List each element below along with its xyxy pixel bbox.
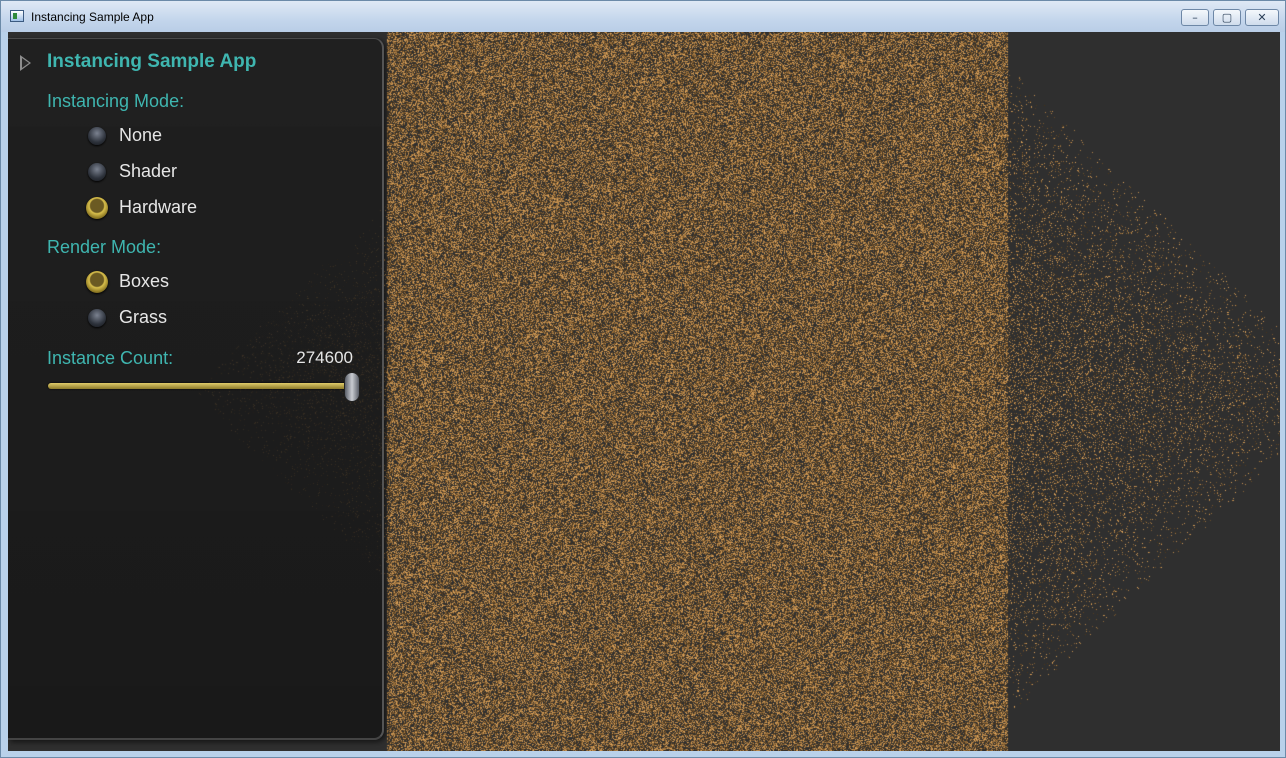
radio-label: Hardware [119, 197, 198, 217]
app-window: Instancing Sample App – ▢ ✕ Instancing S… [0, 0, 1286, 758]
title-bar[interactable]: Instancing Sample App – ▢ ✕ [1, 1, 1285, 32]
app-icon [10, 10, 24, 22]
instancing-mode-label: Instancing Mode: [47, 91, 185, 111]
radio-instancing-none[interactable]: None [86, 122, 286, 152]
instance-count-label: Instance Count: [47, 348, 174, 368]
maximize-button[interactable]: ▢ [1213, 9, 1241, 26]
minimize-button[interactable]: – [1181, 9, 1209, 26]
instance-count-slider-track[interactable] [48, 383, 353, 389]
radio-label: Shader [119, 161, 178, 181]
render-mode-label: Render Mode: [47, 237, 162, 257]
window-title: Instancing Sample App [31, 10, 154, 24]
radio-label: Grass [119, 307, 168, 327]
triangle-right-icon[interactable] [20, 55, 31, 71]
radio-render-grass[interactable]: Grass [86, 304, 286, 334]
instance-count-value: 274600 [296, 348, 353, 367]
radio-dot-icon[interactable] [88, 309, 106, 327]
radio-dot-selected-icon[interactable] [86, 197, 108, 219]
radio-label: Boxes [119, 271, 170, 291]
instance-count-slider-thumb[interactable] [344, 372, 360, 402]
radio-dot-selected-icon[interactable] [86, 271, 108, 293]
radio-label: None [119, 125, 163, 145]
settings-panel: Instancing Sample App Instancing Mode: N… [8, 38, 384, 740]
radio-dot-icon[interactable] [88, 163, 106, 181]
panel-title: Instancing Sample App [47, 51, 257, 72]
close-button[interactable]: ✕ [1245, 9, 1279, 26]
radio-dot-icon[interactable] [88, 127, 106, 145]
radio-instancing-shader[interactable]: Shader [86, 158, 286, 188]
radio-instancing-hardware[interactable]: Hardware [86, 194, 286, 224]
radio-render-boxes[interactable]: Boxes [86, 268, 286, 298]
render-viewport[interactable]: Instancing Sample App Instancing Mode: N… [8, 32, 1280, 751]
